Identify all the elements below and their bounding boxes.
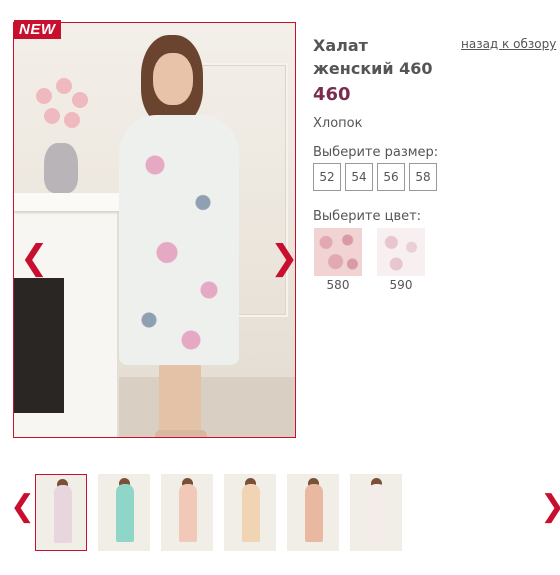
product-title: Халат женский 460 bbox=[313, 36, 433, 78]
model-figure bbox=[109, 35, 259, 437]
vase bbox=[44, 143, 78, 193]
thumbnail-6[interactable] bbox=[350, 474, 402, 551]
main-product-photo[interactable] bbox=[13, 22, 296, 438]
thumbnail-figure bbox=[305, 484, 323, 542]
fireplace bbox=[14, 193, 129, 437]
thumbnail-figure bbox=[242, 484, 260, 542]
thumbnail-1[interactable] bbox=[35, 474, 87, 551]
thumbnail-figure bbox=[179, 484, 197, 542]
thumbnail-3[interactable] bbox=[161, 474, 213, 551]
size-option-56[interactable]: 56 bbox=[377, 163, 405, 191]
thumbnail-figure bbox=[116, 484, 134, 542]
robe bbox=[119, 115, 239, 365]
product-material: Хлопок bbox=[313, 116, 363, 131]
back-to-overview-link[interactable]: назад к обзору bbox=[461, 37, 556, 51]
flower-bouquet bbox=[30, 78, 94, 148]
product-price: 460 bbox=[313, 84, 351, 105]
size-option-54[interactable]: 54 bbox=[345, 163, 373, 191]
thumbnail-2[interactable] bbox=[98, 474, 150, 551]
size-option-58[interactable]: 58 bbox=[409, 163, 437, 191]
next-photo-arrow-icon[interactable]: ❯ bbox=[270, 241, 299, 275]
thumbnails-next-arrow-icon[interactable]: ❯ bbox=[540, 490, 560, 524]
prev-photo-arrow-icon[interactable]: ❮ bbox=[20, 241, 49, 275]
model-legs bbox=[159, 365, 201, 435]
thumbnails-prev-arrow-icon[interactable]: ❮ bbox=[10, 490, 35, 524]
size-label: Выберите размер: bbox=[313, 145, 439, 160]
thumbnail-4[interactable] bbox=[224, 474, 276, 551]
color-label: Выберите цвет: bbox=[313, 209, 422, 224]
model-shoes bbox=[155, 430, 207, 437]
firebox bbox=[14, 278, 64, 413]
size-option-52[interactable]: 52 bbox=[313, 163, 341, 191]
color-code-590: 590 bbox=[389, 278, 413, 292]
size-options: 52 54 56 58 bbox=[313, 163, 437, 191]
new-badge: NEW bbox=[14, 20, 61, 39]
model-face bbox=[153, 53, 193, 105]
color-swatch-590[interactable] bbox=[377, 228, 425, 276]
thumbnail-figure bbox=[368, 484, 386, 542]
thumbnail-5[interactable] bbox=[287, 474, 339, 551]
color-code-580: 580 bbox=[326, 278, 350, 292]
thumbnail-figure bbox=[54, 485, 72, 543]
color-swatch-580[interactable] bbox=[314, 228, 362, 276]
